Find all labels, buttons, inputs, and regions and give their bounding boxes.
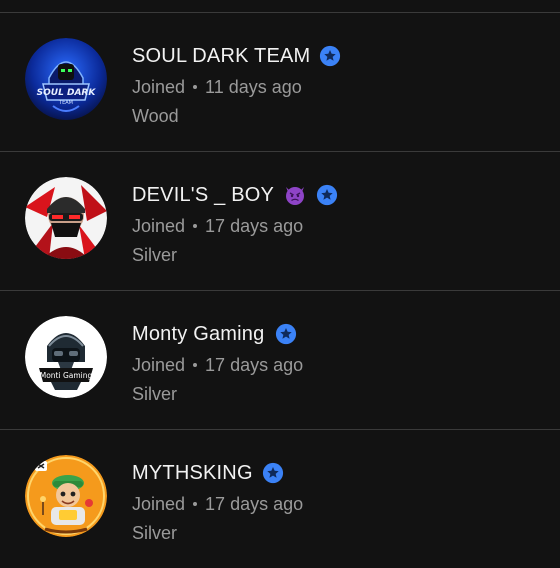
member-info: MYTHSKING Joined 17 days ago Silver [132,458,542,548]
separator-dot [193,362,198,367]
joined-info: Joined 17 days ago [132,212,542,240]
separator-dot [193,501,198,506]
verified-badge-icon [320,45,341,67]
member-row[interactable]: Monti Gaming Monty Gaming Joined 17 days … [0,291,560,429]
joined-ago: 17 days ago [205,494,304,514]
separator-dot [193,84,198,89]
member-tier: Silver [132,523,178,543]
joined-info: Joined 17 days ago [132,490,542,518]
soul-dark-team-logo-icon: SOUL DARK TEAM [25,38,107,120]
member-list: SOUL DARK TEAM SOUL DARK TEAM Joined 11 d… [0,0,560,560]
member-name[interactable]: SOUL DARK TEAM [132,45,310,68]
member-info: SOUL DARK TEAM Joined 11 days ago Wood [132,41,542,131]
joined-info: Joined 17 days ago [132,351,542,379]
joined-info: Joined 11 days ago [132,73,542,101]
avatar[interactable]: Monti Gaming [25,316,107,398]
avatar[interactable] [25,177,107,259]
avatar[interactable] [25,455,107,537]
joined-ago: 17 days ago [205,216,304,236]
member-name[interactable]: Monty Gaming [132,323,264,346]
member-name[interactable]: MYTHSKING [132,462,253,485]
member-tier: Silver [132,384,178,404]
separator-dot [193,223,198,228]
member-row[interactable]: DEVIL'S _ BOY Joined 17 days ago Silver [0,152,560,290]
avatar[interactable]: SOUL DARK TEAM [25,38,107,120]
joined-label: Joined [132,77,186,97]
member-row[interactable]: MYTHSKING Joined 17 days ago Silver [0,430,560,568]
monty-gaming-logo-icon: Monti Gaming [25,316,107,398]
joined-label: Joined [132,355,186,375]
joined-ago: 17 days ago [205,355,304,375]
member-info: DEVIL'S _ BOY Joined 17 days ago Silver [132,180,542,270]
mythsking-cartoon-avatar-icon [25,455,107,537]
verified-badge-icon [262,462,283,484]
member-name[interactable]: DEVIL'S _ BOY [132,184,274,207]
joined-label: Joined [132,494,186,514]
member-tier: Silver [132,245,178,265]
verified-badge-icon [276,323,297,345]
verified-badge-icon [316,184,338,206]
member-row[interactable]: SOUL DARK TEAM SOUL DARK TEAM Joined 11 d… [0,13,560,151]
member-tier: Wood [132,106,179,126]
member-info: Monty Gaming Joined 17 days ago Silver [132,319,542,409]
angry-devil-emoji-icon [286,187,305,205]
masked-gamer-avatar-icon [25,177,107,259]
svg-text:Monti Gaming: Monti Gaming [40,371,93,380]
svg-text:TEAM: TEAM [58,100,73,106]
joined-label: Joined [132,216,186,236]
joined-ago: 11 days ago [205,77,302,97]
svg-text:SOUL DARK: SOUL DARK [37,88,97,98]
